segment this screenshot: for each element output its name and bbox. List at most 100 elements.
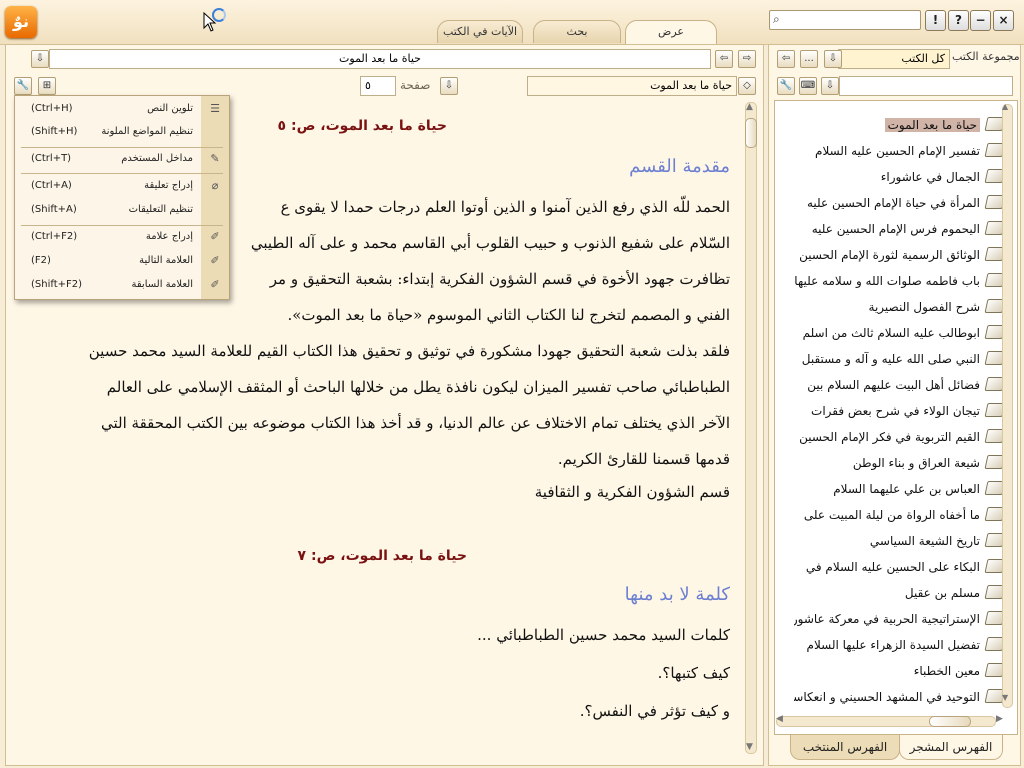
user-entries-icon: ✎	[201, 148, 229, 170]
expand-icon[interactable]: ⊞	[38, 77, 56, 95]
scroll-down-icon[interactable]: ▼	[746, 742, 753, 752]
text-line: و كيف تؤثر في النفس؟.	[579, 702, 730, 720]
book-list-item[interactable]: تفسير الإمام الحسين عليه السلام	[794, 143, 1004, 163]
content-scroll-thumb[interactable]	[745, 118, 757, 148]
menu-item-highlight-text[interactable]: ☰ تلوين النص (Ctrl+H)	[15, 98, 229, 120]
page-heading: حياة ما بعد الموت، ص: ٥	[277, 118, 447, 134]
book-list-item[interactable]: البكاء على الحسين عليه السلام في	[794, 559, 1004, 579]
collection-dropdown-icon[interactable]: ⇩	[824, 50, 842, 68]
book-list-item[interactable]: النبي صلى الله عليه و آله و مستقبل	[794, 351, 1004, 371]
tag-icon[interactable]: ◇	[738, 77, 756, 95]
book-title: العباس بن علي عليهما السلام	[833, 482, 980, 496]
scroll-left-icon[interactable]: ◀	[776, 714, 783, 724]
help-button[interactable]: ?	[948, 10, 969, 31]
book-list-item[interactable]: حياة ما بعد الموت	[794, 117, 1004, 137]
scroll-up-icon[interactable]: ▲	[1002, 102, 1008, 111]
text-line: الفني و المصمم لتخرج لنا الكتاب الثاني ا…	[287, 306, 730, 324]
scroll-down-arrow-icon[interactable]: ⇩	[31, 50, 49, 68]
book-list-item[interactable]: القيم التربوية في فكر الإمام الحسين	[794, 429, 1004, 449]
forward-arrow-icon[interactable]: ⇨	[738, 50, 756, 68]
scroll-right-icon[interactable]: ▶	[996, 714, 1003, 724]
page-heading: حياة ما بعد الموت، ص: ٧	[297, 548, 467, 564]
book-title: تيجان الولاء في شرح بعض فقرات	[811, 404, 980, 418]
global-search-input[interactable]: ⌕	[769, 10, 921, 30]
book-list-item[interactable]: اليحموم فرس الإمام الحسين عليه	[794, 221, 1004, 241]
text-line: كيف كتبها؟.	[657, 664, 730, 682]
book-list-item[interactable]: المرأة في حياة الإمام الحسين عليه	[794, 195, 1004, 215]
page-dropdown-arrow-icon[interactable]: ⇩	[440, 77, 458, 95]
back-arrow-icon[interactable]: ⇦	[777, 50, 795, 68]
tab-tree-index[interactable]: الفهرس المشجر	[899, 735, 1003, 760]
book-title: الإستراتيجية الحربية في معركة عاشوراء	[794, 612, 980, 626]
highlight-text-icon: ☰	[201, 98, 229, 120]
book-title: المرأة في حياة الإمام الحسين عليه	[806, 196, 980, 210]
book-list-item[interactable]: فضائل أهل البيت عليهم السلام بين	[794, 377, 1004, 397]
book-filter-input[interactable]	[839, 76, 1013, 96]
signature-line: قسم الشؤون الفكرية و الثقافية	[534, 483, 730, 501]
menu-item-organize-comments[interactable]: تنظيم التعليقات (Shift+A)	[15, 199, 229, 221]
collection-select[interactable]: كل الكتب	[838, 49, 950, 69]
more-options-button[interactable]: ...	[800, 50, 818, 68]
keyboard-icon[interactable]: ⌨	[799, 77, 817, 95]
book-list-item[interactable]: باب فاطمه صلوات الله و سلامه عليها	[794, 273, 1004, 293]
info-button[interactable]: !	[925, 10, 946, 31]
menu-item-next-bookmark[interactable]: ✐ العلامة التالية (F2)	[15, 250, 229, 272]
text-line: الطباطبائي صاحب تفسير الميزان ليكون نافذ…	[106, 378, 730, 396]
collection-label: مجموعة الكتب	[952, 50, 1020, 63]
book-title: الجمال في عاشوراء	[880, 170, 980, 184]
back-arrow-icon[interactable]: ⇦	[715, 50, 733, 68]
bookmark-next-icon: ✐	[201, 250, 229, 272]
book-list-item[interactable]: الوثائق الرسمية لثورة الإمام الحسين	[794, 247, 1004, 267]
app-logo[interactable]: نوٌ	[5, 6, 37, 38]
tools-wrench-button[interactable]: 🔧	[14, 77, 32, 95]
book-title: تفضيل السيدة الزهراء عليها السلام	[806, 638, 980, 652]
book-title: النبي صلى الله عليه و آله و مستقبل	[801, 352, 980, 366]
tools-wrench-icon[interactable]: 🔧	[777, 77, 795, 95]
book-list-item[interactable]: معين الخطباء	[794, 663, 1004, 683]
book-list-scrollbar[interactable]	[1002, 104, 1013, 708]
book-title-field[interactable]: حياة ما بعد الموت	[49, 49, 711, 69]
book-list-item[interactable]: ما أخفاه الرواة من ليلة المبيت على	[794, 507, 1004, 527]
scroll-up-icon[interactable]: ▲	[746, 102, 753, 112]
hscroll-thumb[interactable]	[929, 716, 971, 727]
menu-item-insert-comment[interactable]: ⌀ إدراج تعليقة (Ctrl+A)	[15, 175, 229, 197]
menu-item-organize-highlights[interactable]: تنظيم المواضع الملونة (Shift+H)	[15, 121, 229, 143]
book-title: معين الخطباء	[913, 664, 980, 678]
tab-verses-in-books[interactable]: الآيات في الكتب	[437, 20, 523, 43]
bookmark-insert-icon: ✐	[201, 226, 229, 248]
text-line: قدمها قسمنا للقارئ الكريم.	[557, 450, 730, 468]
book-list-item[interactable]: التوحيد في المشهد الحسيني و انعكاسه	[794, 689, 1004, 709]
scroll-down-icon[interactable]: ▼	[1002, 693, 1008, 702]
book-title: تفسير الإمام الحسين عليه السلام	[815, 144, 980, 158]
book-list-item[interactable]: مسلم بن عقيل	[794, 585, 1004, 605]
menu-item-previous-bookmark[interactable]: ✐ العلامة السابقة (Shift+F2)	[15, 274, 229, 296]
minimize-button[interactable]: −	[970, 10, 991, 31]
book-list-item[interactable]: تيجان الولاء في شرح بعض فقرات	[794, 403, 1004, 423]
close-button[interactable]: ×	[993, 10, 1014, 31]
book-list-item[interactable]: ابوطالب عليه السلام ثالث من اسلم	[794, 325, 1004, 345]
content-scrollbar[interactable]	[745, 102, 757, 754]
book-list-item[interactable]: الإستراتيجية الحربية في معركة عاشوراء	[794, 611, 1004, 631]
book-title: البكاء على الحسين عليه السلام في	[805, 560, 980, 574]
text-line: كلمات السيد محمد حسين الطباطبائي ...	[477, 626, 730, 644]
tab-search[interactable]: بحث	[533, 20, 621, 43]
book-title: حياة ما بعد الموت	[884, 118, 980, 132]
menu-item-user-entries[interactable]: ✎ مداخل المستخدم (Ctrl+T)	[15, 148, 229, 170]
book-selector[interactable]: حياة ما بعد الموت	[527, 76, 737, 96]
filter-dropdown-icon[interactable]: ⇩	[821, 77, 839, 95]
book-list-item[interactable]: شرح الفصول النصيرية	[794, 299, 1004, 319]
book-list-item[interactable]: الجمال في عاشوراء	[794, 169, 1004, 189]
tools-context-menu: ☰ تلوين النص (Ctrl+H) تنظيم المواضع المل…	[14, 95, 230, 300]
book-list-item[interactable]: العباس بن علي عليهما السلام	[794, 481, 1004, 501]
book-list-item[interactable]: شيعة العراق و بناء الوطن	[794, 455, 1004, 475]
tab-view[interactable]: عرض	[625, 20, 717, 44]
book-list-items: حياة ما بعد الموت تفسير الإمام الحسين علي…	[774, 100, 1016, 720]
book-list-item[interactable]: تفضيل السيدة الزهراء عليها السلام	[794, 637, 1004, 657]
page-number-input[interactable]: ٥	[360, 76, 396, 96]
book-title: تاريخ الشيعة السياسي	[869, 534, 980, 548]
text-line: الآخر الذي يختلف تمام الاختلاف عن عالم ا…	[101, 414, 730, 432]
menu-item-insert-bookmark[interactable]: ✐ إدراج علامة (Ctrl+F2)	[15, 226, 229, 248]
book-list-item[interactable]: تاريخ الشيعة السياسي	[794, 533, 1004, 553]
tab-selected-index[interactable]: الفهرس المنتخب	[790, 735, 900, 760]
comment-icon: ⌀	[201, 175, 229, 197]
